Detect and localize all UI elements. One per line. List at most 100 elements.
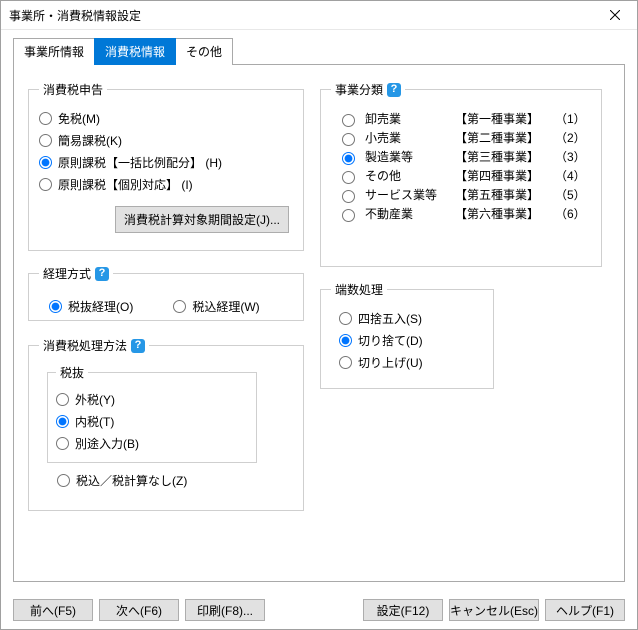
group-accounting: 経理方式 ? 税抜経理(O) 税込経理(W)	[28, 265, 304, 321]
group-declaration: 消費税申告 免税(M) 簡易課税(K) 原則課税【一括比例配分】 (H) 原則課…	[28, 81, 304, 251]
group-rounding: 端数処理 四捨五入(S) 切り捨て(D) 切り上げ(U)	[320, 281, 494, 389]
radio-round[interactable]	[339, 312, 352, 325]
radio-category[interactable]	[342, 209, 355, 222]
category-row[interactable]: 卸売業【第一種事業】（1）	[337, 110, 589, 127]
label-gensoku-kobetsu: 原則課税【個別対応】 (I)	[58, 176, 193, 193]
prev-button[interactable]: 前へ(F5)	[13, 599, 93, 621]
group-zeinuki-sub: 税抜 外税(Y) 内税(T) 別途入力(B)	[47, 364, 257, 463]
opt-ceil[interactable]: 切り上げ(U)	[339, 353, 483, 372]
category-kind: 【第五種事業】	[455, 186, 555, 203]
label-ceil: 切り上げ(U)	[358, 354, 423, 371]
help-button[interactable]: ヘルプ(F1)	[545, 599, 625, 621]
radio-category[interactable]	[342, 114, 355, 127]
radio-zeinuki[interactable]	[49, 300, 62, 313]
radio-gensoku-ikkatsu[interactable]	[39, 156, 52, 169]
opt-menzei[interactable]: 免税(M)	[39, 109, 293, 128]
radio-category[interactable]	[342, 133, 355, 146]
radio-ceil[interactable]	[339, 356, 352, 369]
close-button[interactable]	[599, 4, 631, 26]
group-accounting-legend-text: 経理方式	[43, 265, 91, 282]
radio-floor[interactable]	[339, 334, 352, 347]
radio-uchizei[interactable]	[56, 415, 69, 428]
group-processing: 消費税処理方法 ? 税抜 外税(Y) 内税(T) 別途入力(B)	[28, 337, 304, 511]
radio-category[interactable]	[342, 190, 355, 203]
radio-betsu[interactable]	[56, 437, 69, 450]
opt-betsu[interactable]: 別途入力(B)	[56, 434, 248, 453]
cancel-button[interactable]: キャンセル(Esc)	[449, 599, 539, 621]
titlebar: 事業所・消費税情報設定	[1, 1, 637, 30]
opt-zeinuki[interactable]: 税抜経理(O)	[49, 297, 133, 316]
opt-uchizei[interactable]: 内税(T)	[56, 412, 248, 431]
tab-tax-info[interactable]: 消費税情報	[94, 38, 176, 65]
radio-sotozei[interactable]	[56, 393, 69, 406]
opt-sotozei[interactable]: 外税(Y)	[56, 390, 248, 409]
category-num: （6）	[555, 205, 585, 222]
tab-office-info[interactable]: 事業所情報	[13, 38, 95, 65]
label-betsu: 別途入力(B)	[75, 435, 139, 452]
opt-kani[interactable]: 簡易課税(K)	[39, 131, 293, 150]
help-icon[interactable]: ?	[387, 83, 401, 97]
help-icon[interactable]: ?	[131, 339, 145, 353]
group-declaration-legend: 消費税申告	[39, 81, 107, 98]
radio-kani[interactable]	[39, 134, 52, 147]
label-zeinuki: 税抜経理(O)	[68, 298, 133, 315]
radio-category[interactable]	[342, 171, 355, 184]
close-icon	[610, 10, 620, 20]
help-icon[interactable]: ?	[95, 267, 109, 281]
opt-zeikomi[interactable]: 税込経理(W)	[173, 297, 259, 316]
category-kind: 【第六種事業】	[455, 205, 555, 222]
category-row[interactable]: サービス業等【第五種事業】（5）	[337, 186, 589, 203]
label-menzei: 免税(M)	[58, 110, 100, 127]
opt-round[interactable]: 四捨五入(S)	[339, 309, 483, 328]
group-accounting-legend: 経理方式 ?	[39, 265, 113, 282]
group-rounding-legend: 端数処理	[331, 281, 387, 298]
category-rows: 卸売業【第一種事業】（1） 小売業【第二種事業】（2） 製造業等【第三種事業】（3）…	[331, 106, 591, 222]
category-name: 小売業	[365, 129, 455, 146]
radio-menzei[interactable]	[39, 112, 52, 125]
period-settings-button[interactable]: 消費税計算対象期間設定(J)...	[115, 206, 289, 233]
category-num: （3）	[555, 148, 585, 165]
next-button[interactable]: 次へ(F6)	[99, 599, 179, 621]
radio-zeikomi-none[interactable]	[57, 474, 70, 487]
category-row[interactable]: その他【第四種事業】（4）	[337, 167, 589, 184]
group-category-legend-text: 事業分類	[335, 81, 383, 98]
tab-strip: 事業所情報 消費税情報 その他	[13, 38, 625, 65]
radio-gensoku-kobetsu[interactable]	[39, 178, 52, 191]
category-num: （1）	[555, 110, 585, 127]
category-name: サービス業等	[365, 186, 455, 203]
radio-zeikomi[interactable]	[173, 300, 186, 313]
tab-panel: 消費税申告 免税(M) 簡易課税(K) 原則課税【一括比例配分】 (H) 原則課…	[13, 64, 625, 582]
window-title: 事業所・消費税情報設定	[9, 7, 141, 24]
label-round: 四捨五入(S)	[358, 310, 422, 327]
print-button[interactable]: 印刷(F8)...	[185, 599, 265, 621]
category-kind: 【第一種事業】	[455, 110, 555, 127]
category-name: 製造業等	[365, 148, 455, 165]
category-num: （5）	[555, 186, 585, 203]
content-area: 事業所情報 消費税情報 その他 消費税申告 免税(M) 簡易課税(K) 原則課税…	[1, 30, 637, 591]
opt-gensoku-ikkatsu[interactable]: 原則課税【一括比例配分】 (H)	[39, 153, 293, 172]
tab-other[interactable]: その他	[175, 38, 233, 65]
dialog-window: 事業所・消費税情報設定 事業所情報 消費税情報 その他 消費税申告 免税(M)	[0, 0, 638, 630]
opt-gensoku-kobetsu[interactable]: 原則課税【個別対応】 (I)	[39, 175, 293, 194]
group-category: 事業分類 ? 卸売業【第一種事業】（1） 小売業【第二種事業】（2） 製造業等【第三…	[320, 81, 602, 267]
category-kind: 【第二種事業】	[455, 129, 555, 146]
radio-category[interactable]	[342, 152, 355, 165]
label-gensoku-ikkatsu: 原則課税【一括比例配分】 (H)	[58, 154, 222, 171]
label-uchizei: 内税(T)	[75, 413, 114, 430]
group-category-legend: 事業分類 ?	[331, 81, 405, 98]
category-row[interactable]: 小売業【第二種事業】（2）	[337, 129, 589, 146]
category-row[interactable]: 不動産業【第六種事業】（6）	[337, 205, 589, 222]
set-button[interactable]: 設定(F12)	[363, 599, 443, 621]
opt-floor[interactable]: 切り捨て(D)	[339, 331, 483, 350]
category-kind: 【第四種事業】	[455, 167, 555, 184]
group-processing-legend-text: 消費税処理方法	[43, 337, 127, 354]
footer-bar: 前へ(F5) 次へ(F6) 印刷(F8)... 設定(F12) キャンセル(Es…	[1, 591, 637, 629]
category-row[interactable]: 製造業等【第三種事業】（3）	[337, 148, 589, 165]
label-kani: 簡易課税(K)	[58, 132, 122, 149]
category-name: 卸売業	[365, 110, 455, 127]
group-processing-legend: 消費税処理方法 ?	[39, 337, 149, 354]
label-zeikomi-none: 税込／税計算なし(Z)	[76, 472, 187, 489]
label-floor: 切り捨て(D)	[358, 332, 423, 349]
category-kind: 【第三種事業】	[455, 148, 555, 165]
opt-zeikomi-none[interactable]: 税込／税計算なし(Z)	[57, 471, 293, 490]
